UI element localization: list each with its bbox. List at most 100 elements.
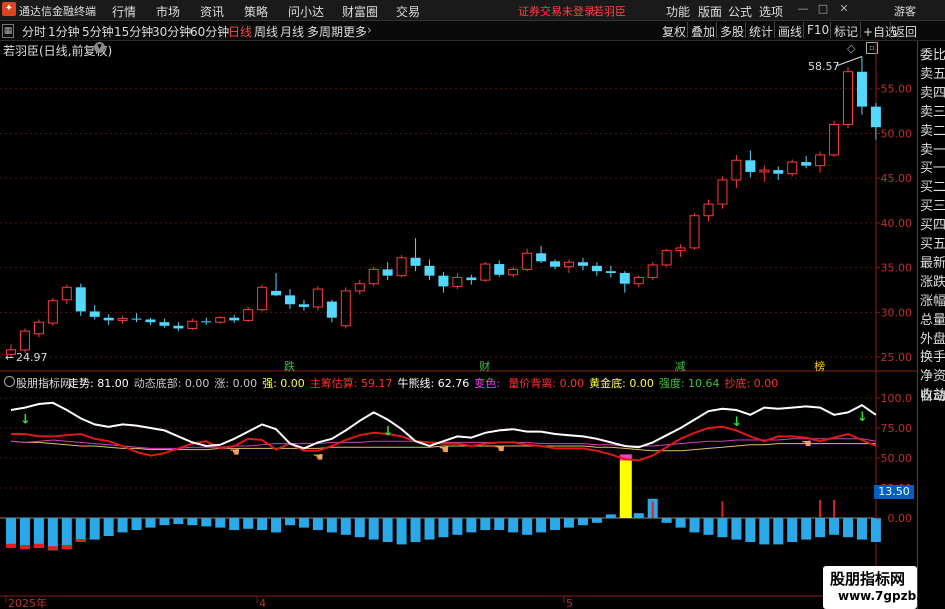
x-axis: 2025年 4 5 — [0, 595, 917, 609]
current-value-label: 13.50 — [874, 485, 914, 499]
menu-formula[interactable]: 公式 — [728, 3, 752, 20]
menu-news[interactable]: 资讯 — [200, 3, 224, 20]
adjust-button[interactable]: 复权 — [662, 23, 686, 40]
candle-body — [75, 287, 86, 312]
candle — [131, 313, 142, 323]
histogram-bar — [452, 518, 463, 535]
legend-item: 主筹估算: 59.17 — [309, 377, 393, 390]
event-marker[interactable]: 减 — [675, 358, 686, 374]
period-30min[interactable]: 30分钟 — [152, 23, 191, 40]
add-watchlist-button[interactable]: +自选 — [863, 23, 897, 40]
back-button[interactable]: 返回 — [893, 23, 917, 40]
candle — [243, 306, 254, 323]
period-more[interactable]: 更多 — [343, 23, 367, 40]
overlay-button[interactable]: 叠加 — [691, 23, 715, 40]
sidebar-item[interactable]: 换手 — [920, 346, 945, 365]
hand-pointer-icon: ☚ — [438, 443, 449, 457]
statistics-button[interactable]: 统计 — [749, 23, 773, 40]
candle-body — [103, 317, 114, 321]
menu-trade[interactable]: 交易 — [396, 3, 420, 20]
event-marker[interactable]: 跌 — [284, 358, 295, 374]
period-daily[interactable]: 日线 — [228, 23, 252, 40]
sidebar-item[interactable]: 卖五 — [920, 63, 945, 82]
candle — [326, 299, 337, 323]
candle — [19, 328, 30, 353]
mark-button[interactable]: 标记 — [834, 23, 858, 40]
close-icon[interactable]: ✕ — [836, 2, 852, 16]
sidebar-item[interactable]: 买五 — [920, 233, 945, 252]
candle-body — [354, 283, 365, 292]
sidebar-item[interactable]: 总量 — [920, 309, 945, 328]
legend-item: 涨: 0.00 — [214, 377, 258, 390]
candle-body — [452, 276, 463, 287]
chart-area[interactable]: 55.0050.0045.0040.0035.0030.0025.00 ↓↓↓ ↓… — [0, 41, 917, 609]
menu-strategy[interactable]: 策略 — [244, 3, 268, 20]
candle — [787, 159, 798, 177]
candle-body — [689, 215, 700, 249]
maximize-icon[interactable]: □ — [815, 2, 831, 16]
period-5min[interactable]: 5分钟 — [82, 23, 114, 40]
period-60min[interactable]: 60分钟 — [190, 23, 229, 40]
sidebar-item[interactable]: 最新 — [920, 252, 945, 271]
sidebar-item[interactable]: 外盘 — [920, 328, 945, 347]
sidebar-item[interactable]: 卖四 — [920, 82, 945, 101]
candle — [229, 315, 240, 324]
event-marker[interactable]: 榜 — [814, 358, 825, 374]
histogram-bar — [340, 518, 351, 535]
candle — [759, 165, 770, 182]
grid-icon[interactable]: ▦ — [2, 24, 14, 38]
menu-options[interactable]: 选项 — [759, 3, 783, 20]
sidebar-item[interactable]: 买二 — [920, 176, 945, 195]
sidebar-item[interactable]: 买一 — [920, 157, 945, 176]
candle-body — [243, 309, 254, 321]
login-status[interactable]: 证券交易未登录 — [518, 3, 595, 19]
candle-body — [382, 269, 393, 276]
sidebar-item[interactable]: 卖一 — [920, 139, 945, 158]
sidebar-item[interactable]: 自动 — [920, 385, 945, 404]
histogram-bar — [480, 518, 491, 530]
menu-function[interactable]: 功能 — [666, 3, 690, 20]
period-1min[interactable]: 1分钟 — [48, 23, 80, 40]
sidebar-item[interactable]: 净资 — [920, 365, 945, 384]
sidebar-item[interactable]: 委比 — [920, 44, 945, 63]
histogram-bar — [89, 518, 100, 540]
chevron-right-icon[interactable]: › — [367, 23, 372, 37]
sidebar-item[interactable]: 买四 — [920, 214, 945, 233]
guest-label[interactable]: 游客 — [894, 3, 916, 19]
max-leader-line — [835, 56, 863, 67]
sidebar-item[interactable]: 卖三 — [920, 101, 945, 120]
f10-button[interactable]: F10 — [807, 23, 829, 37]
candle-body — [773, 170, 784, 174]
period-monthly[interactable]: 月线 — [280, 23, 304, 40]
legend-item: 量价背离: 0.00 — [508, 377, 585, 390]
histogram-bar — [6, 518, 16, 548]
candle-body — [717, 179, 728, 205]
minimize-icon[interactable]: — — [795, 2, 811, 16]
sidebar-item[interactable]: 买三 — [920, 195, 945, 214]
event-marker[interactable]: 财 — [479, 358, 490, 374]
draw-line-button[interactable]: 画线 — [778, 23, 802, 40]
menu-market[interactable]: 市场 — [156, 3, 180, 20]
sidebar-item[interactable]: 卖二 — [920, 120, 945, 139]
histogram-bar — [257, 518, 268, 530]
menu-ask[interactable]: 问小达 — [288, 3, 324, 20]
toolbar-divider — [803, 22, 804, 38]
candle — [257, 284, 268, 312]
period-multi[interactable]: 多周期 — [307, 23, 343, 40]
menu-layout[interactable]: 版面 — [698, 3, 722, 20]
arrow-left-icon: ← — [5, 351, 15, 364]
indicator-toggle-icon[interactable] — [4, 376, 15, 387]
period-15min[interactable]: 15分钟 — [114, 23, 153, 40]
min-price-label: 24.97 — [16, 351, 48, 364]
menu-quotes[interactable]: 行情 — [112, 3, 136, 20]
period-weekly[interactable]: 周线 — [254, 23, 278, 40]
menu-wealth[interactable]: 财富圈 — [342, 3, 378, 20]
legend-item: 强: 0.00 — [262, 377, 305, 390]
sidebar-item[interactable]: 涨幅 — [920, 290, 945, 309]
multi-stock-button[interactable]: 多股 — [720, 23, 744, 40]
x-tick-label: 2025年 — [8, 596, 47, 609]
indicator-name: 股朋指标网 — [16, 377, 71, 390]
candle-body — [745, 160, 756, 172]
period-intraday[interactable]: 分时 — [22, 23, 46, 40]
sidebar-item[interactable]: 涨跌 — [920, 271, 945, 290]
